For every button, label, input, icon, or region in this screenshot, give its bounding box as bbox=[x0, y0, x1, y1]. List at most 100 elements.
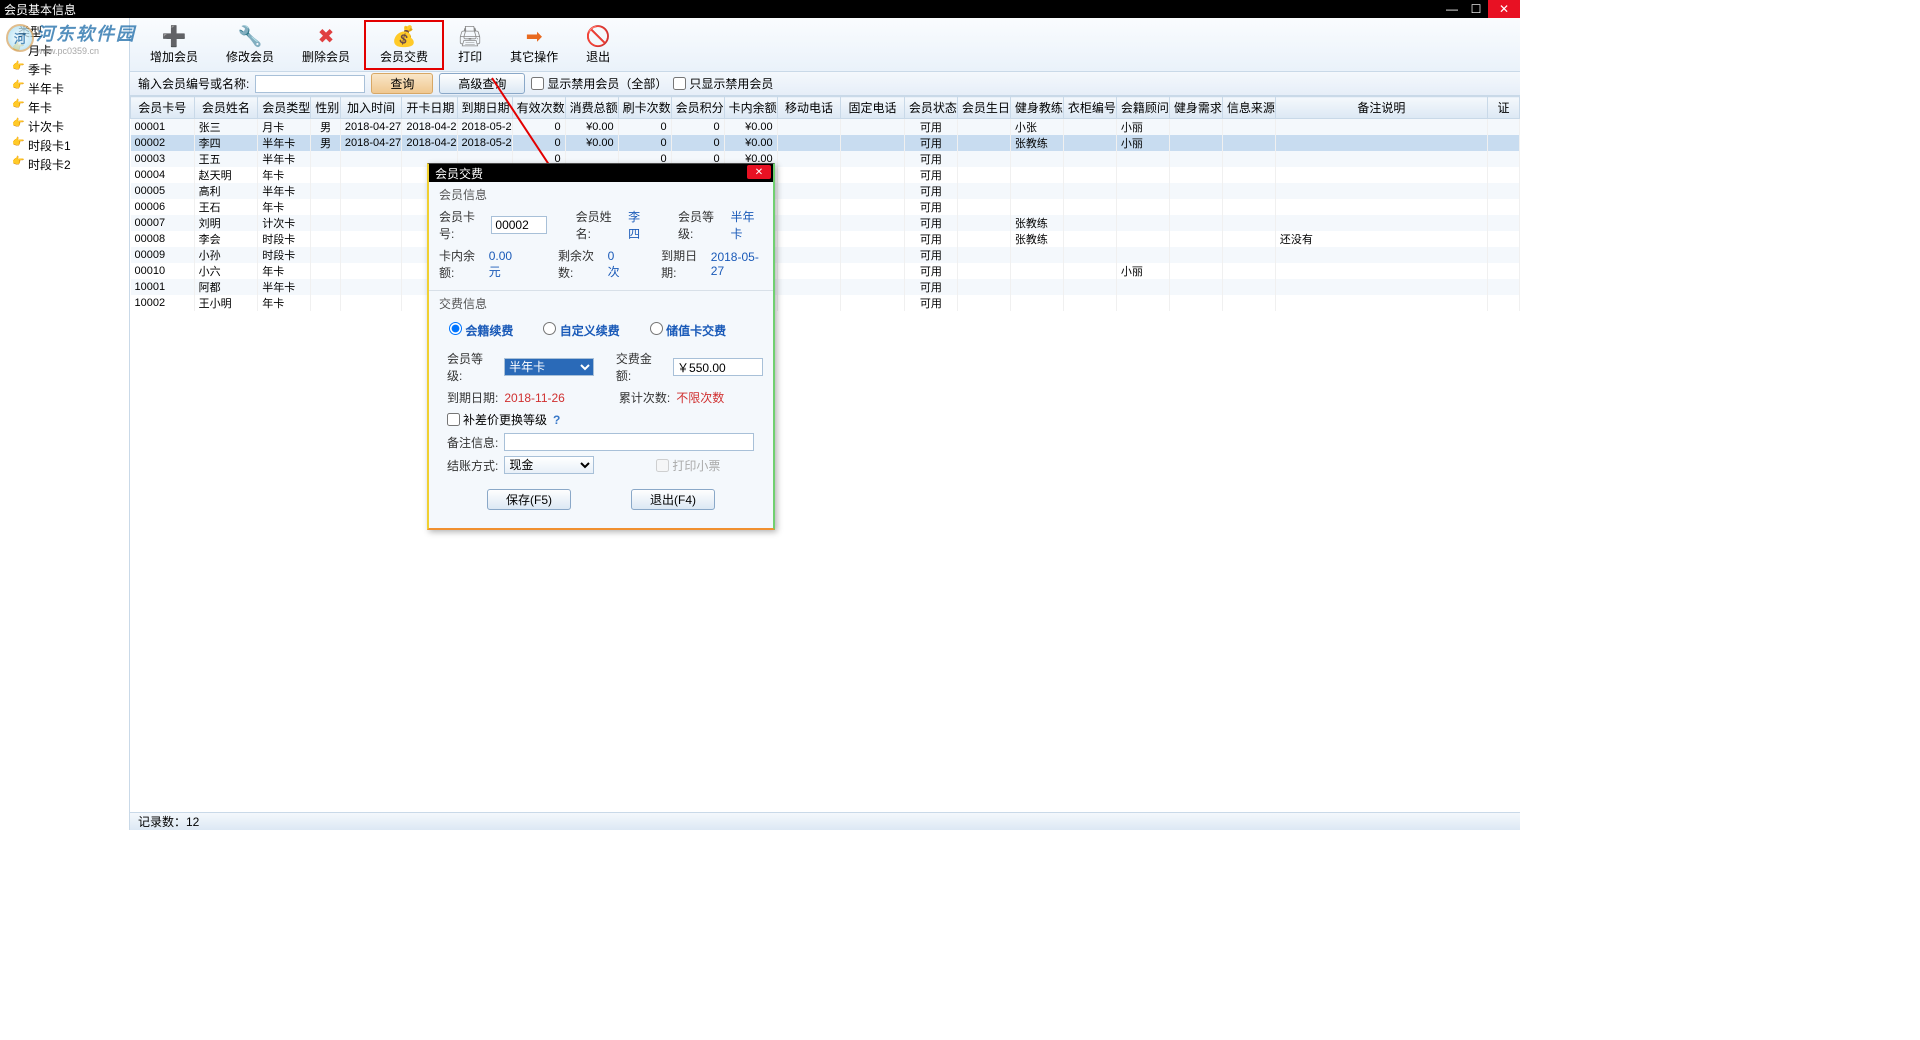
tree-item[interactable]: 时段卡2 bbox=[0, 155, 129, 174]
table-row[interactable]: 00004赵天明年卡000¥0.00可用 bbox=[131, 167, 1520, 183]
table-row[interactable]: 00009小孙时段卡0012¥0.00可用 bbox=[131, 247, 1520, 263]
column-header[interactable]: 固定电话 bbox=[841, 97, 905, 119]
help-icon[interactable]: ? bbox=[553, 413, 560, 427]
column-header[interactable]: 性别 bbox=[311, 97, 341, 119]
save-button[interactable]: 保存(F5) bbox=[487, 489, 571, 510]
tree-item[interactable]: 半年卡 bbox=[0, 79, 129, 98]
column-header[interactable]: 会员姓名 bbox=[194, 97, 258, 119]
column-header[interactable]: 衣柜编号 bbox=[1063, 97, 1116, 119]
toolbar-删除会员[interactable]: ✖删除会员 bbox=[288, 20, 364, 70]
maximize-button[interactable]: ☐ bbox=[1464, 0, 1488, 18]
tree-item[interactable]: 计次卡 bbox=[0, 117, 129, 136]
toolbar-icon: ✖ bbox=[314, 24, 338, 48]
balance-value: 0.00元 bbox=[489, 249, 519, 280]
column-header[interactable]: 开卡日期 bbox=[402, 97, 457, 119]
remark-input[interactable] bbox=[504, 433, 754, 451]
stored-card-radio[interactable]: 储值卡交费 bbox=[650, 322, 726, 339]
column-header[interactable]: 健身教练 bbox=[1010, 97, 1063, 119]
column-header[interactable]: 会员生日 bbox=[957, 97, 1010, 119]
tree-item[interactable]: 季卡 bbox=[0, 60, 129, 79]
only-disabled-checkbox[interactable]: 只显示禁用会员 bbox=[673, 75, 773, 92]
window-titlebar: 会员基本信息 — ☐ ✕ bbox=[0, 0, 1520, 18]
column-header[interactable]: 加入时间 bbox=[340, 97, 401, 119]
payment-method-select[interactable]: 现金 bbox=[504, 456, 594, 474]
column-header[interactable]: 到期日期 bbox=[457, 97, 512, 119]
filter-input[interactable] bbox=[255, 75, 365, 93]
table-row[interactable]: 00003王五半年卡000¥0.00可用 bbox=[131, 151, 1520, 167]
toolbar-会员交费[interactable]: 💰会员交费 bbox=[364, 20, 444, 70]
column-header[interactable]: 证 bbox=[1487, 97, 1519, 119]
watermark-url: www.pc0359.cn bbox=[36, 46, 136, 56]
watermark: 河 河东软件园 www.pc0359.cn bbox=[6, 20, 136, 56]
member-name-value: 李四 bbox=[628, 208, 650, 242]
column-header[interactable]: 消费总额 bbox=[565, 97, 618, 119]
watermark-logo-icon: 河 bbox=[6, 24, 34, 52]
member-table-wrap[interactable]: 会员卡号会员姓名会员类型性别加入时间开卡日期到期日期有效次数消费总额刷卡次数会员… bbox=[130, 96, 1520, 812]
remain-value: 0次 bbox=[608, 249, 624, 280]
renew-radio[interactable]: 会籍续费 bbox=[449, 322, 513, 339]
record-count: 记录数：12 bbox=[138, 813, 199, 830]
count-value: 不限次数 bbox=[676, 389, 724, 406]
toolbar-修改会员[interactable]: 🔧修改会员 bbox=[212, 20, 288, 70]
watermark-name: 河东软件园 bbox=[36, 20, 136, 46]
toolbar-icon: 🚫 bbox=[586, 24, 610, 48]
card-number-input[interactable] bbox=[491, 216, 547, 234]
column-header[interactable]: 移动电话 bbox=[777, 97, 841, 119]
table-row[interactable]: 00010小六年卡008¥0.00可用小丽 bbox=[131, 263, 1520, 279]
print-receipt-checkbox[interactable]: 打印小票 bbox=[656, 457, 720, 474]
column-header[interactable]: 有效次数 bbox=[512, 97, 565, 119]
toolbar-打印[interactable]: 🖨打印 bbox=[444, 20, 496, 70]
toolbar-icon: ➕ bbox=[162, 24, 186, 48]
toolbar-增加会员[interactable]: ➕增加会员 bbox=[136, 20, 212, 70]
column-header[interactable]: 刷卡次数 bbox=[618, 97, 671, 119]
table-row[interactable]: 00008李会时段卡000¥0.00可用张教练还没有 bbox=[131, 231, 1520, 247]
toolbar-icon: ➡ bbox=[522, 24, 546, 48]
dialog-title: 会员交费 bbox=[435, 165, 483, 182]
column-header[interactable]: 信息来源 bbox=[1222, 97, 1275, 119]
expire-value: 2018-05-27 bbox=[711, 250, 763, 278]
column-header[interactable]: 会籍顾问 bbox=[1116, 97, 1169, 119]
toolbar-icon: 🔧 bbox=[238, 24, 262, 48]
tree-item[interactable]: 年卡 bbox=[0, 98, 129, 117]
payment-dialog: 会员交费 ✕ 会员信息 会员卡号: 会员姓名: 李四 会员等级: 半年卡 卡内余… bbox=[427, 163, 775, 530]
toolbar-icon: 🖨 bbox=[458, 24, 482, 48]
column-header[interactable]: 备注说明 bbox=[1275, 97, 1487, 119]
show-disabled-checkbox[interactable]: 显示禁用会员（全部） bbox=[531, 75, 667, 92]
member-level-value: 半年卡 bbox=[730, 208, 763, 242]
member-info-section: 会员信息 bbox=[439, 186, 763, 203]
table-row[interactable]: 00002李四半年卡男2018-04-272018-04-272018-05-2… bbox=[131, 135, 1520, 151]
member-table: 会员卡号会员姓名会员类型性别加入时间开卡日期到期日期有效次数消费总额刷卡次数会员… bbox=[130, 96, 1520, 311]
minimize-button[interactable]: — bbox=[1440, 0, 1464, 18]
table-row[interactable]: 00006王石年卡000¥0.00可用 bbox=[131, 199, 1520, 215]
search-button[interactable]: 查询 bbox=[371, 73, 433, 94]
toolbar: ➕增加会员🔧修改会员✖删除会员💰会员交费🖨打印➡其它操作🚫退出 bbox=[130, 18, 1520, 72]
table-row[interactable]: 10002王小明年卡001¥0.00可用 bbox=[131, 295, 1520, 311]
payment-info-section: 交费信息 bbox=[439, 295, 763, 312]
column-header[interactable]: 会员状态 bbox=[904, 97, 957, 119]
column-header[interactable]: 会员卡号 bbox=[131, 97, 195, 119]
table-row[interactable]: 00007刘明计次卡0012¥0.00可用张教练 bbox=[131, 215, 1520, 231]
table-row[interactable]: 00005高利半年卡000¥0.00可用 bbox=[131, 183, 1520, 199]
toolbar-其它操作[interactable]: ➡其它操作 bbox=[496, 20, 572, 70]
filter-bar: 输入会员编号或名称: 查询 高级查询 显示禁用会员（全部） 只显示禁用会员 bbox=[130, 72, 1520, 96]
amount-input[interactable] bbox=[673, 358, 763, 376]
dialog-titlebar: 会员交费 ✕ bbox=[429, 164, 773, 182]
advanced-search-button[interactable]: 高级查询 bbox=[439, 73, 525, 94]
level-select[interactable]: 半年卡 bbox=[504, 358, 594, 376]
table-row[interactable]: 00001张三月卡男2018-04-272018-04-272018-05-27… bbox=[131, 119, 1520, 136]
table-row[interactable]: 10001阿都半年卡000¥500.00可用 bbox=[131, 279, 1520, 295]
price-diff-checkbox[interactable]: 补差价更换等级 bbox=[447, 411, 547, 428]
column-header[interactable]: 会员类型 bbox=[258, 97, 311, 119]
exit-button[interactable]: 退出(F4) bbox=[631, 489, 715, 510]
close-button[interactable]: ✕ bbox=[1488, 0, 1520, 18]
dialog-close-button[interactable]: ✕ bbox=[747, 165, 771, 179]
window-title: 会员基本信息 bbox=[4, 1, 76, 18]
column-header[interactable]: 会员积分 bbox=[671, 97, 724, 119]
sidebar-tree: 类型 月卡季卡半年卡年卡计次卡时段卡1时段卡2 bbox=[0, 18, 130, 830]
column-header[interactable]: 健身需求 bbox=[1169, 97, 1222, 119]
toolbar-退出[interactable]: 🚫退出 bbox=[572, 20, 624, 70]
column-header[interactable]: 卡内余额 bbox=[724, 97, 777, 119]
filter-label: 输入会员编号或名称: bbox=[138, 75, 249, 92]
custom-renew-radio[interactable]: 自定义续费 bbox=[543, 322, 619, 339]
tree-item[interactable]: 时段卡1 bbox=[0, 136, 129, 155]
